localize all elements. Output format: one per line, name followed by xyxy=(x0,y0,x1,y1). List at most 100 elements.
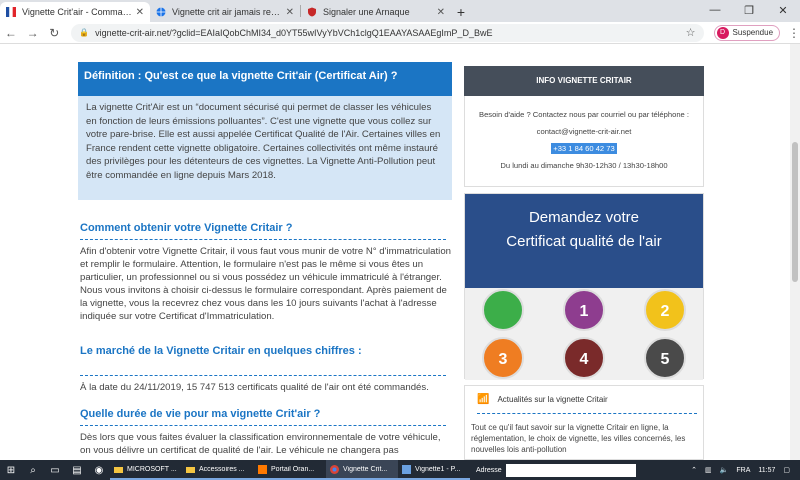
maximize-button[interactable]: ❐ xyxy=(732,0,766,20)
system-tray: ⌃ ▥ 🔈 FRA 11:57 ▢ xyxy=(691,466,800,475)
taskbar-app-label: MICROSOFT ... xyxy=(127,465,177,473)
task-view-icon[interactable]: ▭ xyxy=(44,465,66,476)
network-icon[interactable]: ▥ xyxy=(705,466,712,474)
critair-sticker-label: 3 xyxy=(499,351,508,368)
actualites-title: Actualités sur la vignette Critair xyxy=(497,395,608,404)
definition-box: Définition : Qu'est ce que la vignette C… xyxy=(78,62,452,200)
divider xyxy=(80,239,446,240)
address-toolbar-label: Adresse xyxy=(476,466,502,474)
taskbar-app-vignette[interactable]: Vignette Crit... xyxy=(326,460,398,480)
avatar: D xyxy=(716,26,729,39)
tab-label: Vignette crit air jamais reçue ma xyxy=(172,7,282,17)
taskbar-app-portail-orange[interactable]: Portail Oran... xyxy=(254,460,326,480)
help-text: Besoin d'aide ? Contactez nous par courr… xyxy=(479,110,689,119)
profile-button[interactable]: D Suspendue xyxy=(713,24,781,41)
actualites-box: 📶 Actualités sur la vignette Critair Tou… xyxy=(464,385,704,460)
definition-title: Définition : Qu'est ce que la vignette C… xyxy=(78,62,452,96)
page-scrollbar[interactable] xyxy=(790,44,800,460)
close-tab-icon[interactable]: ✕ xyxy=(136,7,144,18)
contact-email[interactable]: contact@vignette-crit-air.net xyxy=(465,127,703,136)
reload-icon[interactable]: ↻ xyxy=(43,26,65,40)
banner-line2: Certificat qualité de l'air xyxy=(506,233,662,250)
banner-line1: Demandez votre xyxy=(528,209,640,226)
contact-phone[interactable]: +33 1 84 60 42 73 xyxy=(551,143,617,154)
taskbar-app-microsoft[interactable]: MICROSOFT ... xyxy=(110,460,182,480)
profile-status: Suspendue xyxy=(732,28,774,37)
critair-sticker-label: 2 xyxy=(661,303,670,320)
actualites-title-row[interactable]: 📶 Actualités sur la vignette Critair xyxy=(471,394,697,405)
divider xyxy=(477,413,697,414)
folder-icon xyxy=(114,466,123,473)
actualites-text: Tout ce qu'il faut savoir sur la vignett… xyxy=(471,423,686,454)
tab-label: Signaler une Arnaque xyxy=(323,7,410,17)
taskbar-app-paint[interactable]: Vignette1 - P... xyxy=(398,460,470,480)
taskbar-app-label: Vignette Crit... xyxy=(343,465,388,473)
critair-sticker-label: 4 xyxy=(580,351,589,368)
critair-sticker-zero xyxy=(482,289,524,331)
back-arrow-icon[interactable]: ← xyxy=(0,26,22,40)
windows-start-icon[interactable]: ⊞ xyxy=(0,465,22,476)
divider xyxy=(80,425,446,426)
web-page: Définition : Qu'est ce que la vignette C… xyxy=(0,44,800,460)
orange-icon xyxy=(258,464,267,474)
tab-vignette-jamais-recue[interactable]: Vignette crit air jamais reçue ma ✕ xyxy=(150,2,300,22)
tab-signaler-arnaque[interactable]: Signaler une Arnaque ✕ xyxy=(301,2,451,22)
info-title: INFO VIGNETTE CRITAIR xyxy=(464,66,704,96)
critair-sticker-label: 1 xyxy=(580,303,589,320)
search-icon[interactable]: ⌕ xyxy=(22,465,44,476)
clock[interactable]: 11:57 xyxy=(758,467,775,474)
shield-icon xyxy=(308,7,316,17)
volume-icon[interactable]: 🔈 xyxy=(720,466,729,474)
tab-label: Vignette Crit'air - Commandez vo xyxy=(22,7,132,17)
sidebar: INFO VIGNETTE CRITAIR Besoin d'aide ? Co… xyxy=(464,66,704,460)
divider xyxy=(80,375,446,376)
url-text: vignette-crit-air.net/?gclid=EAIaIQobChM… xyxy=(95,27,493,38)
chevron-up-icon[interactable]: ⌃ xyxy=(691,466,697,474)
opening-hours: Du lundi au dimanche 9h30-12h30 / 13h30-… xyxy=(500,161,668,170)
critair-sticker-label: 5 xyxy=(661,351,670,368)
language-indicator[interactable]: FRA xyxy=(736,467,750,474)
windows-taskbar: ⊞ ⌕ ▭ ▤ ◉ MICROSOFT ... Accessoires ... … xyxy=(0,460,800,480)
new-tab-button[interactable]: + xyxy=(451,2,471,22)
taskbar-app-label: Vignette1 - P... xyxy=(415,465,461,473)
section-text-obtenir: Afin d'obtenir votre Vignette Critair, i… xyxy=(80,246,451,322)
lock-icon[interactable]: 🔒 xyxy=(79,28,89,37)
close-window-button[interactable]: ✕ xyxy=(766,0,800,20)
address-bar[interactable]: 🔒 vignette-crit-air.net/?gclid=EAIaIQobC… xyxy=(71,23,704,42)
flag-fr-icon xyxy=(6,7,16,17)
taskbar-app-accessoires[interactable]: Accessoires ... xyxy=(182,460,254,480)
file-explorer-icon[interactable]: ▤ xyxy=(66,465,88,476)
section-heading-marche: Le marché de la Vignette Critair en quel… xyxy=(80,345,362,357)
info-body: Besoin d'aide ? Contactez nous par courr… xyxy=(464,96,704,187)
section-text-marche: À la date du 24/11/2019, 15 747 513 cert… xyxy=(80,382,429,393)
scrollbar-thumb[interactable] xyxy=(792,142,798,282)
close-tab-icon[interactable]: ✕ xyxy=(437,7,445,18)
paint-icon xyxy=(402,464,411,474)
certificat-banner[interactable]: Demandez votre Certificat qualité de l'a… xyxy=(464,193,704,380)
tab-strip: Vignette Crit'air - Commandez vo ✕ Vigne… xyxy=(0,0,800,22)
browser-toolbar: ← → ↻ 🔒 vignette-crit-air.net/?gclid=EAI… xyxy=(0,22,800,44)
address-toolbar-input[interactable] xyxy=(505,463,636,477)
taskbar-app-label: Accessoires ... xyxy=(199,465,245,473)
taskbar-app-label: Portail Oran... xyxy=(271,465,315,473)
tab-vignette-critair[interactable]: Vignette Crit'air - Commandez vo ✕ xyxy=(0,2,150,22)
window-controls: — ❐ ✕ xyxy=(698,0,800,20)
globe-icon xyxy=(156,7,166,17)
main-content: Définition : Qu'est ce que la vignette C… xyxy=(78,62,454,457)
chrome-icon[interactable]: ◉ xyxy=(88,465,110,476)
critair-stickers: 1 2 3 4 5 xyxy=(482,289,686,379)
close-tab-icon[interactable]: ✕ xyxy=(286,7,294,18)
folder-icon xyxy=(186,466,195,473)
forward-arrow-icon[interactable]: → xyxy=(22,26,44,40)
section-text-duree: Dès lors que vous faites évaluer la clas… xyxy=(80,432,441,456)
definition-body: La vignette Crit'Air est un “document sé… xyxy=(78,96,452,200)
banner-text: Demandez votre Certificat qualité de l'a… xyxy=(465,194,703,288)
section-heading-duree: Quelle durée de vie pour ma vignette Cri… xyxy=(80,408,321,420)
section-heading-obtenir: Comment obtenir votre Vignette Critair ? xyxy=(80,222,293,234)
minimize-button[interactable]: — xyxy=(698,0,732,20)
browser-menu-icon[interactable]: ⋮ xyxy=(788,26,800,40)
notification-icon[interactable]: ▢ xyxy=(783,466,790,474)
feed-icon: 📶 xyxy=(477,394,490,405)
chrome-icon xyxy=(330,464,339,474)
bookmark-star-icon[interactable]: ☆ xyxy=(686,26,696,39)
